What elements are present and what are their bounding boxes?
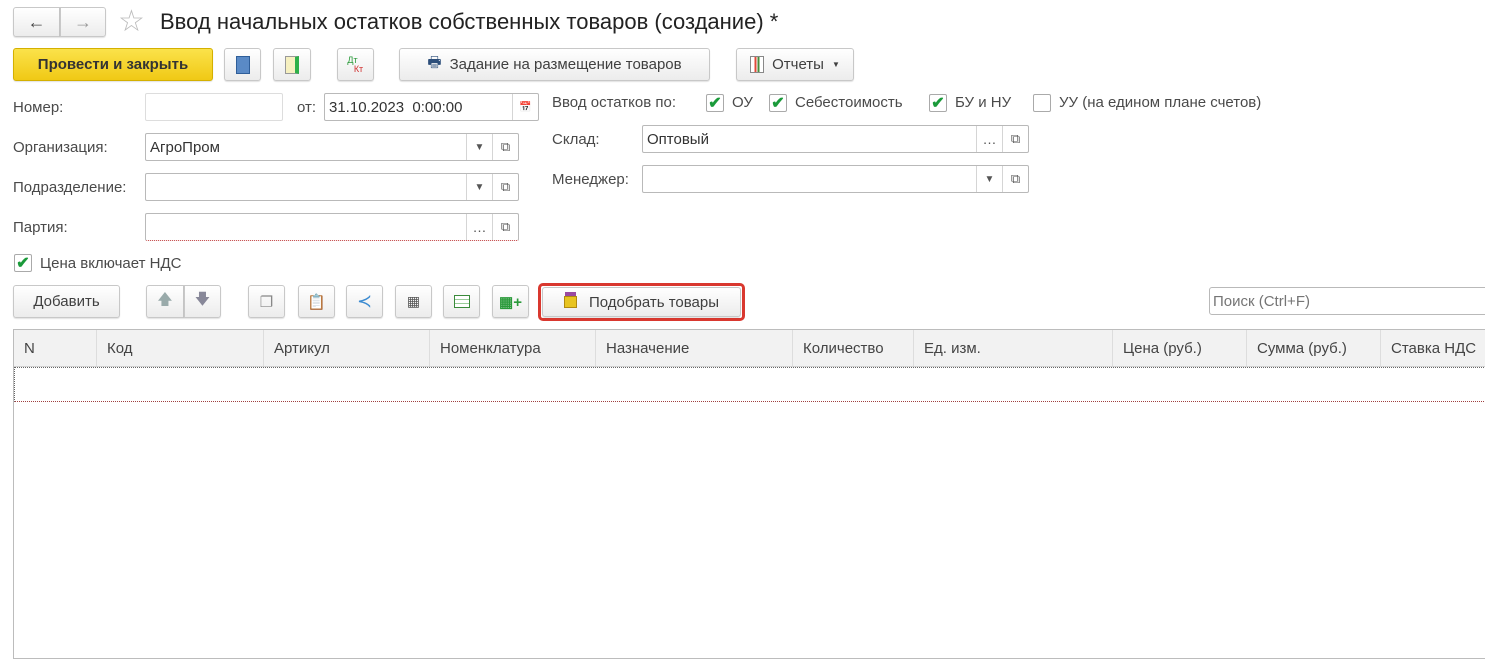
dept-select[interactable]: ▼ ⧉: [145, 173, 519, 201]
column-header[interactable]: Ед. изм.: [914, 330, 1113, 366]
batch-label: Партия:: [13, 219, 68, 236]
ellipsis-icon[interactable]: …: [466, 214, 492, 240]
flag-bu-nu-checkbox[interactable]: ✔: [929, 94, 947, 112]
org-label: Организация:: [13, 139, 108, 156]
forward-arrow-icon: →: [74, 11, 92, 32]
star-icon[interactable]: ☆: [118, 4, 145, 39]
number-label: Номер:: [13, 99, 64, 116]
column-header[interactable]: Сумма (руб.): [1247, 330, 1381, 366]
open-icon[interactable]: ⧉: [1002, 166, 1028, 192]
input-by-label: Ввод остатков по:: [552, 94, 677, 111]
move-up-button[interactable]: 🡅: [146, 285, 184, 318]
floppy-disk-icon: [235, 55, 250, 74]
column-header[interactable]: Ставка НДС: [1381, 330, 1485, 366]
chevron-down-icon[interactable]: ▼: [976, 166, 1002, 192]
manager-select[interactable]: ▼ ⧉: [642, 165, 1029, 193]
fill-button[interactable]: [443, 285, 480, 318]
move-down-button[interactable]: 🡇: [184, 285, 221, 318]
kt-label: Кт: [353, 63, 364, 74]
warehouse-label: Склад:: [552, 131, 600, 148]
post-button[interactable]: [273, 48, 311, 81]
flag-bu-nu-label: БУ и НУ: [955, 94, 1012, 111]
table-add-icon: ▦+: [499, 293, 522, 311]
search-input[interactable]: [1209, 287, 1485, 315]
table-row[interactable]: [14, 367, 1485, 402]
table-header: N Код Артикул Номенклатура Назначение Количес…: [14, 330, 1485, 367]
chevron-down-icon: ▼: [831, 60, 840, 69]
calendar-icon[interactable]: 📅: [512, 94, 538, 120]
paste-button[interactable]: 📋: [298, 285, 335, 318]
add-rows-button[interactable]: ▦+: [492, 285, 529, 318]
save-button[interactable]: [224, 48, 261, 81]
printer-icon: 🖶: [427, 54, 442, 71]
flag-cost-checkbox[interactable]: ✔: [769, 94, 787, 112]
warehouse-select[interactable]: Оптовый… ⧉: [642, 125, 1029, 153]
chevron-down-icon[interactable]: ▼: [466, 174, 492, 200]
date-input[interactable]: 31.10.2023 0:00:00 📅: [324, 93, 539, 121]
org-select[interactable]: АгроПром ▼ ⧉: [145, 133, 519, 161]
flag-uu-label: УУ (на едином плане счетов): [1059, 94, 1262, 111]
column-header[interactable]: Количество: [793, 330, 914, 366]
arrow-up-icon: 🡅: [157, 291, 173, 308]
ellipsis-icon[interactable]: …: [976, 126, 1002, 152]
column-header[interactable]: Артикул: [264, 330, 430, 366]
open-icon[interactable]: ⧉: [492, 214, 518, 240]
open-icon[interactable]: ⧉: [492, 134, 518, 160]
vat-checkbox[interactable]: ✔: [14, 254, 32, 272]
date-label: от:: [297, 99, 317, 116]
manager-label: Менеджер:: [552, 171, 629, 188]
back-button[interactable]: ←: [13, 7, 60, 37]
barcode-icon: ▦: [406, 293, 421, 309]
barcode-search-button[interactable]: ▦: [395, 285, 432, 318]
column-header[interactable]: Назначение: [596, 330, 793, 366]
pick-goods-button[interactable]: Подобрать товары: [542, 287, 741, 317]
page-title: Ввод начальных остатков собственных това…: [160, 9, 779, 34]
number-input[interactable]: [145, 93, 283, 121]
column-header[interactable]: Код: [97, 330, 264, 366]
arrow-down-icon: 🡇: [194, 291, 211, 308]
column-header[interactable]: N: [14, 330, 97, 366]
flag-ou-label: ОУ: [732, 94, 753, 111]
add-button[interactable]: Добавить: [13, 285, 120, 318]
dt-kt-button[interactable]: Дт Кт: [337, 48, 374, 81]
reports-button[interactable]: Отчеты ▼: [736, 48, 854, 81]
flag-uu-checkbox[interactable]: [1033, 94, 1051, 112]
back-arrow-icon: ←: [27, 11, 46, 32]
copy-icon: ❐: [259, 293, 274, 311]
basket-icon: [564, 296, 577, 308]
post-and-close-button[interactable]: Провести и закрыть: [13, 48, 213, 81]
report-icon: [750, 56, 765, 73]
column-header[interactable]: Цена (руб.): [1113, 330, 1247, 366]
open-icon[interactable]: ⧉: [1002, 126, 1028, 152]
split-button[interactable]: ≺: [346, 285, 383, 318]
document-post-icon: [285, 55, 299, 74]
copy-button[interactable]: ❐: [248, 285, 285, 318]
open-icon[interactable]: ⧉: [492, 174, 518, 200]
flag-ou-checkbox[interactable]: ✔: [706, 94, 724, 112]
dept-label: Подразделение:: [13, 179, 127, 196]
paste-icon: 📋: [307, 293, 326, 311]
placement-task-button[interactable]: 🖶 Задание на размещение товаров: [399, 48, 710, 81]
column-header[interactable]: Номенклатура: [430, 330, 596, 366]
chevron-down-icon[interactable]: ▼: [466, 134, 492, 160]
vat-label: Цена включает НДС: [40, 255, 182, 272]
flag-cost-label: Себестоимость: [795, 94, 903, 111]
forward-button[interactable]: →: [60, 7, 106, 37]
split-icon: ≺: [356, 291, 373, 311]
goods-table: N Код Артикул Номенклатура Назначение Количес…: [13, 329, 1485, 659]
table-fill-icon: [453, 295, 470, 308]
batch-select[interactable]: … ⧉: [145, 213, 519, 241]
